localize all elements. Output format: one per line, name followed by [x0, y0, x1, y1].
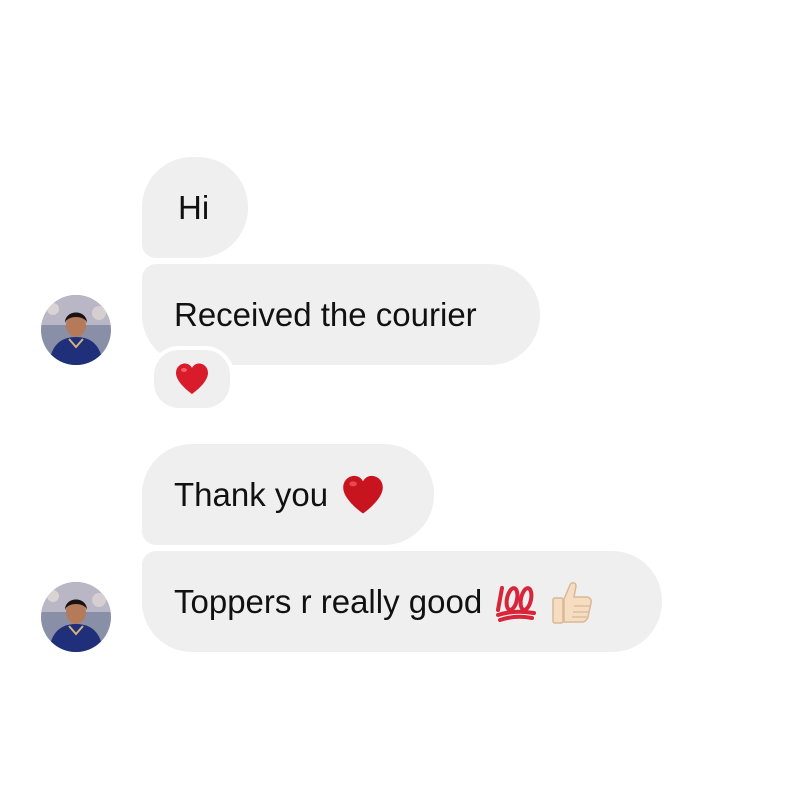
avatar[interactable]	[41, 582, 111, 652]
thumbs-up-icon	[552, 581, 593, 624]
hundred-points-icon	[496, 585, 537, 622]
chat-thread: Hi Received the courier Thank you Topper…	[0, 0, 800, 800]
avatar[interactable]	[41, 295, 111, 365]
message-bubble[interactable]: Thank you	[142, 444, 434, 545]
reaction-badge[interactable]	[150, 346, 234, 412]
message-bubble[interactable]: Hi	[142, 157, 248, 258]
message-text: Hi	[178, 188, 210, 226]
message-bubble[interactable]: Toppers r really good	[142, 551, 662, 652]
heart-icon	[176, 363, 208, 394]
message-text: Thank you	[174, 475, 329, 513]
message-text: Toppers r really good	[174, 582, 483, 620]
message-text: Received the courier	[174, 295, 477, 333]
heart-icon	[343, 475, 383, 514]
